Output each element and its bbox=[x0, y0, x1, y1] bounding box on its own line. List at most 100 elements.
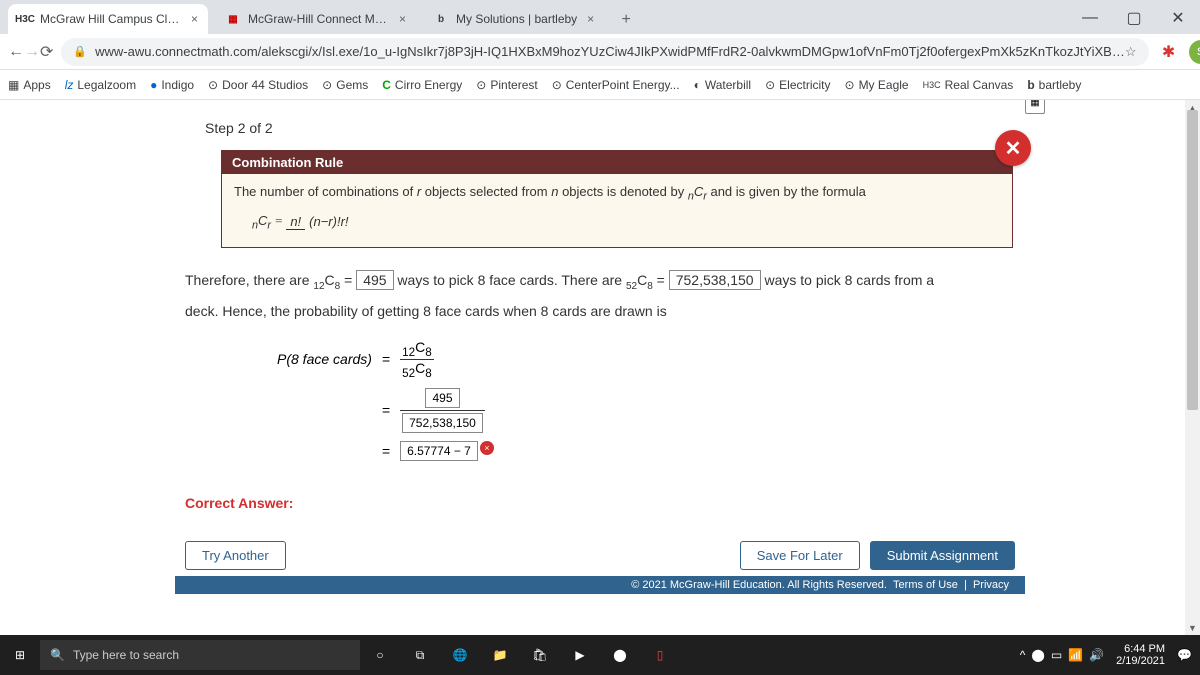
denominator-input[interactable]: 752,538,150 bbox=[402, 413, 483, 433]
reload-button[interactable]: ⟳ bbox=[40, 38, 53, 66]
correct-answer-label: Correct Answer: bbox=[185, 495, 1025, 511]
save-for-later-button[interactable]: Save For Later bbox=[740, 541, 860, 570]
bookmark-bartleby[interactable]: bbartleby bbox=[1027, 78, 1081, 92]
explanation-text: Therefore, there are 12C8 = 495 ways to … bbox=[185, 266, 1025, 327]
browser-tab[interactable]: H3C McGraw Hill Campus Classic × bbox=[8, 4, 208, 34]
tab-title: McGraw-Hill Connect Math bbox=[248, 12, 389, 26]
combination-formula: nCr = n!(n−r)!r! bbox=[252, 213, 1000, 232]
close-window-button[interactable]: ✕ bbox=[1156, 2, 1200, 34]
explorer-icon[interactable]: 📁 bbox=[480, 635, 520, 675]
combination-rule-box: Combination Rule The number of combinati… bbox=[221, 150, 1013, 248]
page-content: ▦ Step 2 of 2 ✕ Combination Rule The num… bbox=[0, 100, 1200, 635]
window-controls: — ▢ ✕ bbox=[1068, 2, 1200, 34]
app-icon[interactable]: ▶ bbox=[560, 635, 600, 675]
battery-icon[interactable]: ▭ bbox=[1051, 648, 1062, 662]
bookmark-centerpoint[interactable]: ⊙CenterPoint Energy... bbox=[552, 78, 680, 92]
chrome-icon[interactable]: ⬤ bbox=[600, 635, 640, 675]
tab-title: McGraw Hill Campus Classic bbox=[40, 12, 181, 26]
close-tab-icon[interactable]: × bbox=[191, 12, 198, 26]
cortana-icon[interactable]: ○ bbox=[360, 635, 400, 675]
favicon: ▦ bbox=[226, 12, 240, 26]
submit-assignment-button[interactable]: Submit Assignment bbox=[870, 541, 1015, 570]
bookmark-icon: ⊙ bbox=[765, 78, 775, 92]
copyright-bar: © 2021 McGraw-Hill Education. All Rights… bbox=[175, 576, 1025, 594]
bookmark-apps[interactable]: ▦Apps bbox=[8, 78, 51, 92]
address-bar[interactable]: 🔒 www-awu.connectmath.com/alekscgi/x/Isl… bbox=[61, 38, 1148, 66]
browser-tab[interactable]: b My Solutions | bartleby × bbox=[424, 4, 604, 34]
notifications-icon[interactable]: 💬 bbox=[1177, 648, 1192, 662]
numerator-input[interactable]: 495 bbox=[425, 388, 459, 408]
try-another-button[interactable]: Try Another bbox=[185, 541, 286, 570]
scrollbar-thumb[interactable] bbox=[1187, 110, 1198, 410]
rule-body: The number of combinations of r objects … bbox=[222, 174, 1012, 247]
start-button[interactable]: ⊞ bbox=[0, 648, 40, 662]
value-box: 495 bbox=[356, 270, 393, 290]
favicon: b bbox=[434, 12, 448, 26]
close-tab-icon[interactable]: × bbox=[399, 12, 406, 26]
security-icon[interactable]: ⬤ bbox=[1031, 648, 1044, 662]
back-button[interactable]: ← bbox=[8, 38, 24, 66]
forward-button[interactable]: → bbox=[24, 38, 40, 66]
windows-taskbar: ⊞ 🔍 Type here to search ○ ⧉ 🌐 📁 🛍 ▶ ⬤ ▯ … bbox=[0, 635, 1200, 675]
browser-tab[interactable]: ▦ McGraw-Hill Connect Math × bbox=[216, 4, 416, 34]
wifi-icon[interactable]: 📶 bbox=[1068, 648, 1083, 662]
lock-icon: 🔒 bbox=[73, 45, 87, 58]
store-icon[interactable]: 🛍 bbox=[520, 635, 560, 675]
minimize-button[interactable]: — bbox=[1068, 2, 1112, 34]
apps-icon: ▦ bbox=[8, 78, 19, 92]
answer-input[interactable]: 6.57774 − 7 bbox=[400, 441, 478, 461]
url-text: www-awu.connectmath.com/alekscgi/x/Isl.e… bbox=[95, 44, 1125, 59]
bookmark-icon: ⊙ bbox=[845, 78, 855, 92]
incorrect-icon: × bbox=[480, 441, 494, 455]
bookmark-icon: ⊙ bbox=[208, 78, 218, 92]
rule-title: Combination Rule bbox=[222, 151, 1012, 174]
step-header: Step 2 of 2 bbox=[205, 120, 1025, 136]
bookmark-icon: b bbox=[1027, 78, 1034, 92]
bookmark-pinterest[interactable]: ⊙Pinterest bbox=[476, 78, 537, 92]
bookmark-realcanvas[interactable]: H3CReal Canvas bbox=[923, 78, 1014, 92]
profile-avatar[interactable]: S bbox=[1189, 40, 1200, 64]
bookmark-gems[interactable]: ⊙Gems bbox=[322, 78, 368, 92]
privacy-link[interactable]: Privacy bbox=[973, 579, 1009, 591]
bookmark-icon: ⊙ bbox=[476, 78, 486, 92]
bookmark-electricity[interactable]: ⊙Electricity bbox=[765, 78, 830, 92]
bookmark-icon: H3C bbox=[923, 80, 941, 90]
value-box: 752,538,150 bbox=[669, 270, 761, 290]
bookmark-icon: lz bbox=[65, 78, 74, 92]
vertical-scrollbar[interactable]: ▲ ▼ bbox=[1185, 100, 1200, 635]
tab-title: My Solutions | bartleby bbox=[456, 12, 577, 26]
edge-icon[interactable]: 🌐 bbox=[440, 635, 480, 675]
scroll-down-icon[interactable]: ▼ bbox=[1185, 620, 1200, 635]
tray-chevron-icon[interactable]: ^ bbox=[1020, 648, 1026, 662]
bookmark-waterbill[interactable]: ◐Waterbill bbox=[694, 78, 751, 92]
calculator-icon[interactable]: ▦ bbox=[1025, 100, 1045, 114]
search-placeholder: Type here to search bbox=[73, 648, 179, 662]
new-tab-button[interactable]: + bbox=[612, 6, 640, 34]
close-step-button[interactable]: ✕ bbox=[995, 130, 1031, 166]
extension-icon[interactable]: ✱ bbox=[1157, 40, 1181, 64]
task-view-icon[interactable]: ⧉ bbox=[400, 635, 440, 675]
system-tray: ^ ⬤ ▭ 📶 🔊 6:44 PM 2/19/2021 💬 bbox=[1020, 643, 1200, 667]
maximize-button[interactable]: ▢ bbox=[1112, 2, 1156, 34]
bookmark-cirro[interactable]: CCirro Energy bbox=[382, 78, 462, 92]
favicon: H3C bbox=[18, 12, 32, 26]
office-icon[interactable]: ▯ bbox=[640, 635, 680, 675]
bookmark-icon: ● bbox=[150, 78, 157, 92]
extension-icons: ✱ S ⋮ bbox=[1157, 40, 1200, 64]
bookmark-icon: C bbox=[382, 78, 391, 92]
terms-link[interactable]: Terms of Use bbox=[893, 579, 958, 591]
bookmark-door44[interactable]: ⊙Door 44 Studios bbox=[208, 78, 308, 92]
bookmarks-bar: ▦Apps lzLegalzoom ●Indigo ⊙Door 44 Studi… bbox=[0, 70, 1200, 100]
taskbar-search[interactable]: 🔍 Type here to search bbox=[40, 640, 360, 670]
bookmark-myeagle[interactable]: ⊙My Eagle bbox=[845, 78, 909, 92]
search-icon: 🔍 bbox=[50, 648, 65, 662]
bookmark-legalzoom[interactable]: lzLegalzoom bbox=[65, 78, 136, 92]
browser-toolbar: ← → ⟳ 🔒 www-awu.connectmath.com/alekscgi… bbox=[0, 34, 1200, 70]
browser-tab-strip: H3C McGraw Hill Campus Classic × ▦ McGra… bbox=[0, 0, 1200, 34]
close-tab-icon[interactable]: × bbox=[587, 12, 594, 26]
bookmark-icon: ⊙ bbox=[552, 78, 562, 92]
volume-icon[interactable]: 🔊 bbox=[1089, 648, 1104, 662]
taskbar-clock[interactable]: 6:44 PM 2/19/2021 bbox=[1110, 643, 1171, 667]
bookmark-indigo[interactable]: ●Indigo bbox=[150, 78, 194, 92]
star-icon[interactable]: ☆ bbox=[1125, 44, 1137, 60]
